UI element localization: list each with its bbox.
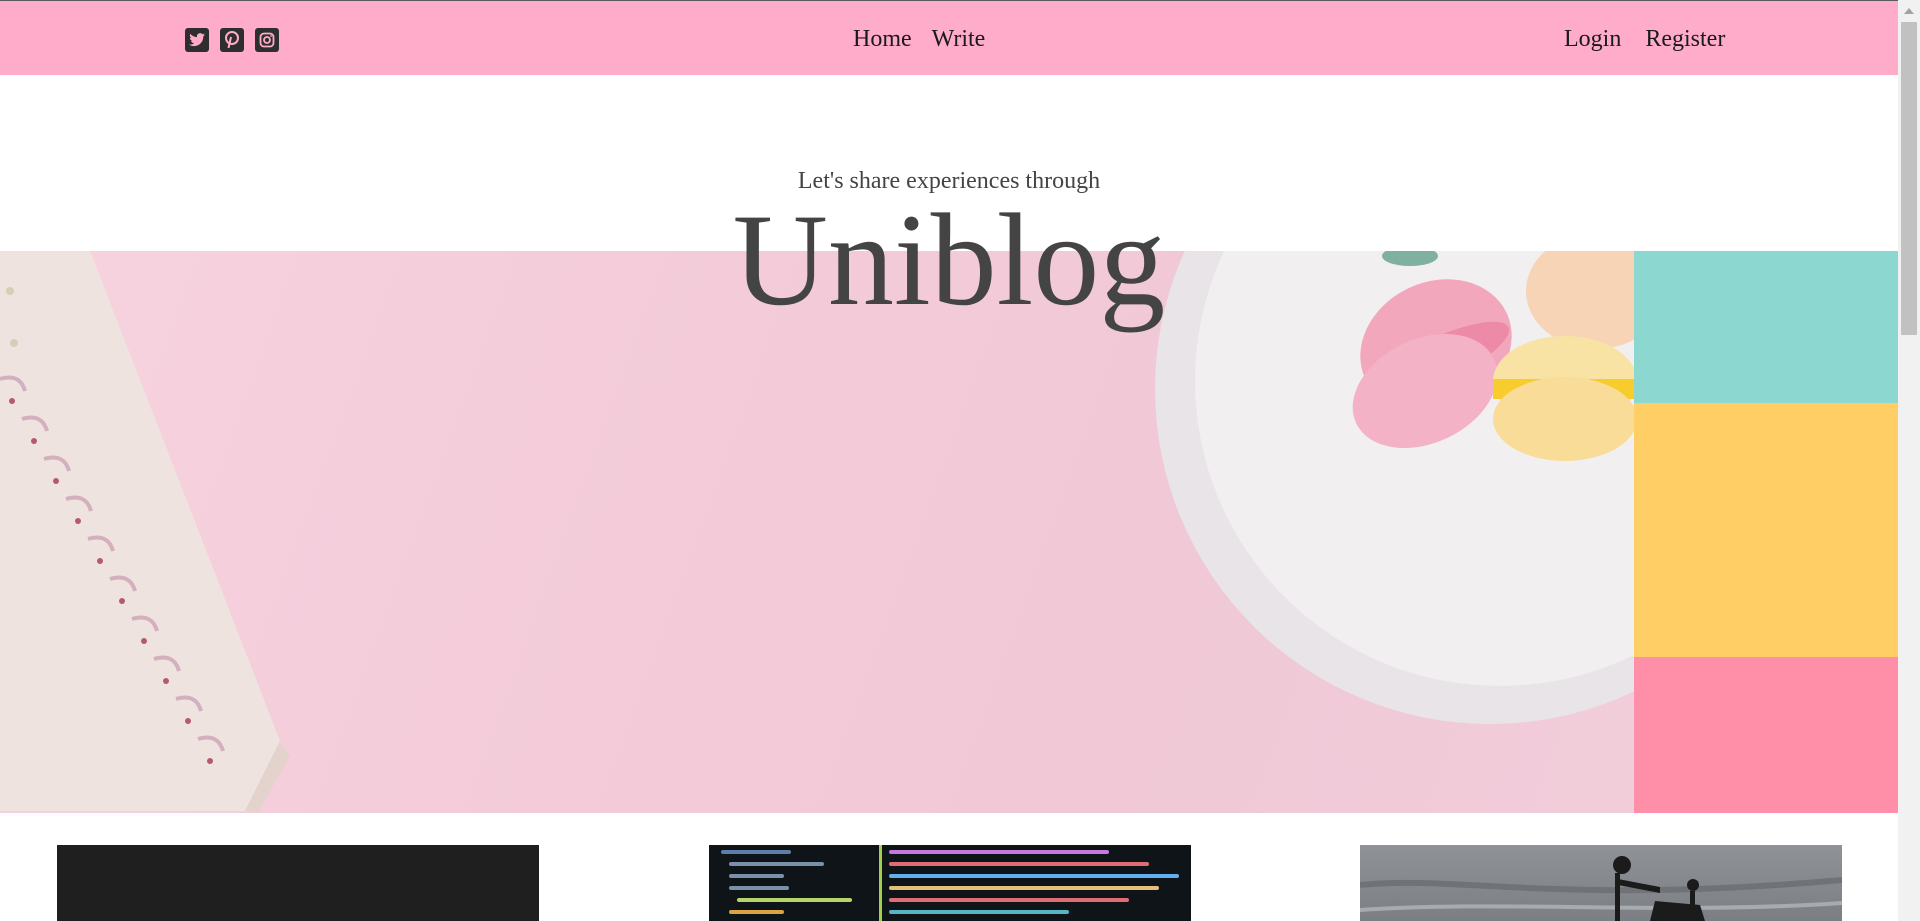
hero-image	[0, 251, 1898, 813]
notebook-illustration	[0, 251, 290, 813]
register-link[interactable]: Register	[1645, 24, 1725, 54]
pinterest-icon[interactable]	[220, 28, 244, 52]
post-card-image[interactable]	[57, 845, 539, 921]
social-icons	[185, 28, 279, 52]
login-link[interactable]: Login	[1564, 24, 1621, 54]
main-nav: Home Write	[853, 24, 985, 54]
page-scrollbar[interactable]	[1898, 0, 1920, 921]
hero-title: Uniblog	[732, 186, 1166, 333]
scrollbar-thumb[interactable]	[1901, 22, 1917, 335]
twitter-icon[interactable]	[185, 28, 209, 52]
nav-home-link[interactable]: Home	[853, 24, 912, 54]
navbar: Home Write Login Register	[0, 1, 1898, 75]
scroll-up-icon[interactable]	[1904, 8, 1914, 14]
nav-write-link[interactable]: Write	[932, 24, 986, 54]
post-card-image[interactable]	[709, 845, 1191, 921]
color-blocks	[1634, 251, 1898, 813]
instagram-icon[interactable]	[255, 28, 279, 52]
post-card-image[interactable]	[1360, 845, 1842, 921]
auth-nav: Login Register	[1564, 24, 1725, 54]
